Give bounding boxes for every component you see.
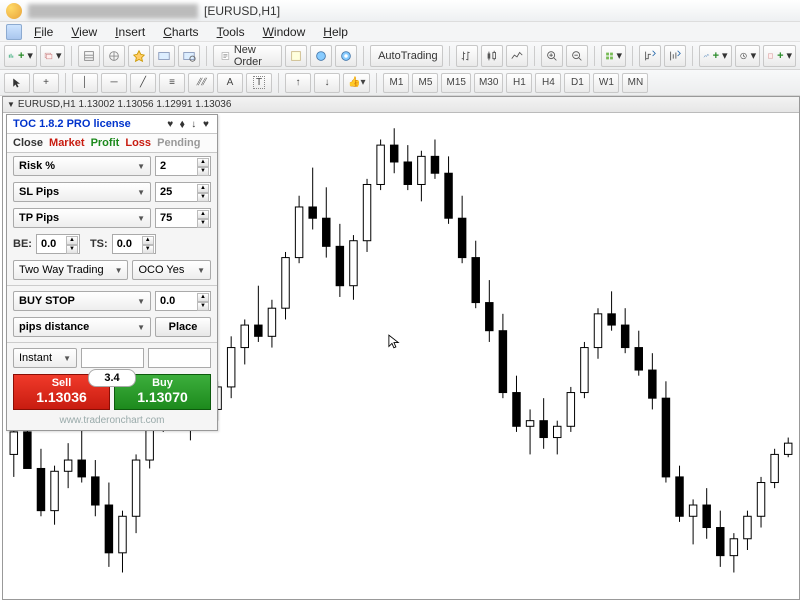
terminal-button[interactable] (153, 45, 175, 67)
tp-select[interactable]: TP Pips▼ (13, 208, 151, 228)
menu-charts[interactable]: Charts (155, 23, 206, 41)
panel-header-icons[interactable]: ♥ ⬧ ↓ ♥ (167, 119, 211, 130)
tab-profit[interactable]: Profit (91, 137, 120, 149)
place-button[interactable]: Place (155, 317, 211, 337)
templates-button[interactable]: +▾ (763, 45, 796, 67)
menu-view[interactable]: View (63, 23, 105, 41)
text-label-tool[interactable]: T (246, 73, 272, 93)
chart-header-text: EURUSD,H1 1.13002 1.13056 1.12991 1.1303… (18, 99, 232, 110)
zoom-out-button[interactable] (566, 45, 588, 67)
ts-label: TS: (90, 238, 108, 250)
distance-select[interactable]: pips distance▼ (13, 317, 151, 337)
account-label: ████████████████████ (28, 4, 198, 18)
risk-select[interactable]: Risk %▼ (13, 156, 151, 176)
tab-pending[interactable]: Pending (157, 137, 200, 149)
arrow-up-tool[interactable]: ↑ (285, 73, 311, 93)
navigator-button[interactable] (128, 45, 150, 67)
periods-button[interactable]: ▾ (735, 45, 761, 67)
tf-h1[interactable]: H1 (506, 73, 532, 93)
mode-select[interactable]: Two Way Trading▼ (13, 260, 128, 280)
sl-input[interactable]: 25▲▼ (155, 182, 211, 202)
tf-mn[interactable]: MN (622, 73, 648, 93)
tab-close[interactable]: Close (13, 137, 43, 149)
sell-price: 1.13036 (14, 389, 109, 405)
tf-m1[interactable]: M1 (383, 73, 409, 93)
zoom-in-button[interactable] (541, 45, 563, 67)
candle-chart-button[interactable] (481, 45, 503, 67)
be-input[interactable]: 0.0▲▼ (36, 234, 80, 254)
tab-market[interactable]: Market (49, 137, 84, 149)
auto-scroll-button[interactable]: ▾ (601, 45, 627, 67)
panel-title: TOC 1.8.2 PRO license (13, 118, 131, 130)
panel-footer: www.traderonchart.com (7, 413, 217, 430)
data-window-button[interactable] (103, 45, 125, 67)
titlebar: ████████████████████ [EURUSD,H1] (0, 0, 800, 22)
horizontal-line-tool[interactable]: ─ (101, 73, 127, 93)
options-button[interactable] (335, 45, 357, 67)
drawing-toolbar: + │ ─ ╱ ≡ ⫽⫽ A T ↑ ↓ 👍▾ M1 M5 M15 M30 H1… (0, 70, 800, 96)
risk-input[interactable]: 2▲▼ (155, 156, 211, 176)
line-chart-button[interactable] (506, 45, 528, 67)
channel-tool[interactable]: ≡ (159, 73, 185, 93)
app-icon (6, 24, 22, 40)
chart-dropdown-icon[interactable]: ▼ (7, 100, 15, 109)
strategy-tester-button[interactable] (178, 45, 200, 67)
spread-display: 3.4 (88, 369, 136, 387)
tf-h4[interactable]: H4 (535, 73, 561, 93)
trendline-tool[interactable]: ╱ (130, 73, 156, 93)
oco-select[interactable]: OCO Yes▼ (132, 260, 211, 280)
tf-m30[interactable]: M30 (474, 73, 503, 93)
autotrading-button[interactable]: AutoTrading (370, 45, 444, 67)
main-toolbar: +▾ ▾ New Order AutoTrading ▾ +▾ ▾ +▾ (0, 42, 800, 70)
instant-select[interactable]: Instant▼ (13, 348, 77, 368)
thumbs-tool[interactable]: 👍▾ (343, 73, 370, 93)
tp-input[interactable]: 75▲▼ (155, 208, 211, 228)
tf-d1[interactable]: D1 (564, 73, 590, 93)
metaquotes-button[interactable] (285, 45, 307, 67)
text-tool[interactable]: A (217, 73, 243, 93)
menu-window[interactable]: Window (255, 23, 314, 41)
be-label: BE: (13, 238, 32, 250)
menu-tools[interactable]: Tools (209, 23, 253, 41)
profiles-button[interactable]: ▾ (40, 45, 66, 67)
chart-shift-button[interactable] (639, 45, 661, 67)
new-order-button[interactable]: New Order (213, 45, 282, 67)
menu-help[interactable]: Help (315, 23, 356, 41)
tab-loss[interactable]: Loss (125, 137, 151, 149)
order-price-input[interactable]: 0.0▲▼ (155, 291, 211, 311)
market-watch-button[interactable] (78, 45, 100, 67)
ts-input[interactable]: 0.0▲▼ (112, 234, 156, 254)
buy-price: 1.13070 (115, 389, 210, 405)
fibonacci-tool[interactable]: ⫽⫽ (188, 73, 214, 93)
menu-insert[interactable]: Insert (107, 23, 153, 41)
app-logo-icon (6, 3, 22, 19)
chart-header: ▼ EURUSD,H1 1.13002 1.13056 1.12991 1.13… (3, 97, 799, 113)
panel-header[interactable]: TOC 1.8.2 PRO license ♥ ⬧ ↓ ♥ (7, 115, 217, 134)
window-title: [EURUSD,H1] (204, 4, 280, 18)
chart-shift2-button[interactable] (664, 45, 686, 67)
bar-chart-button[interactable] (456, 45, 478, 67)
arrow-down-tool[interactable]: ↓ (314, 73, 340, 93)
menubar: File View Insert Charts Tools Window Hel… (0, 22, 800, 42)
cursor-tool[interactable] (4, 73, 30, 93)
order-type-select[interactable]: BUY STOP▼ (13, 291, 151, 311)
autotrading-label: AutoTrading (378, 50, 438, 62)
indicators-button[interactable]: +▾ (699, 45, 732, 67)
new-chart-button[interactable]: +▾ (4, 45, 37, 67)
new-order-label: New Order (234, 44, 275, 68)
tf-w1[interactable]: W1 (593, 73, 619, 93)
tf-m5[interactable]: M5 (412, 73, 438, 93)
menu-file[interactable]: File (26, 23, 61, 41)
vertical-line-tool[interactable]: │ (72, 73, 98, 93)
expert-advisors-button[interactable] (310, 45, 332, 67)
sl-select[interactable]: SL Pips▼ (13, 182, 151, 202)
trading-panel: TOC 1.8.2 PRO license ♥ ⬧ ↓ ♥ Close Mark… (6, 114, 218, 431)
panel-tabs: Close Market Profit Loss Pending (7, 134, 217, 153)
instant-input2[interactable] (148, 348, 211, 368)
tf-m15[interactable]: M15 (441, 73, 470, 93)
crosshair-tool[interactable]: + (33, 73, 59, 93)
instant-input1[interactable] (81, 348, 144, 368)
